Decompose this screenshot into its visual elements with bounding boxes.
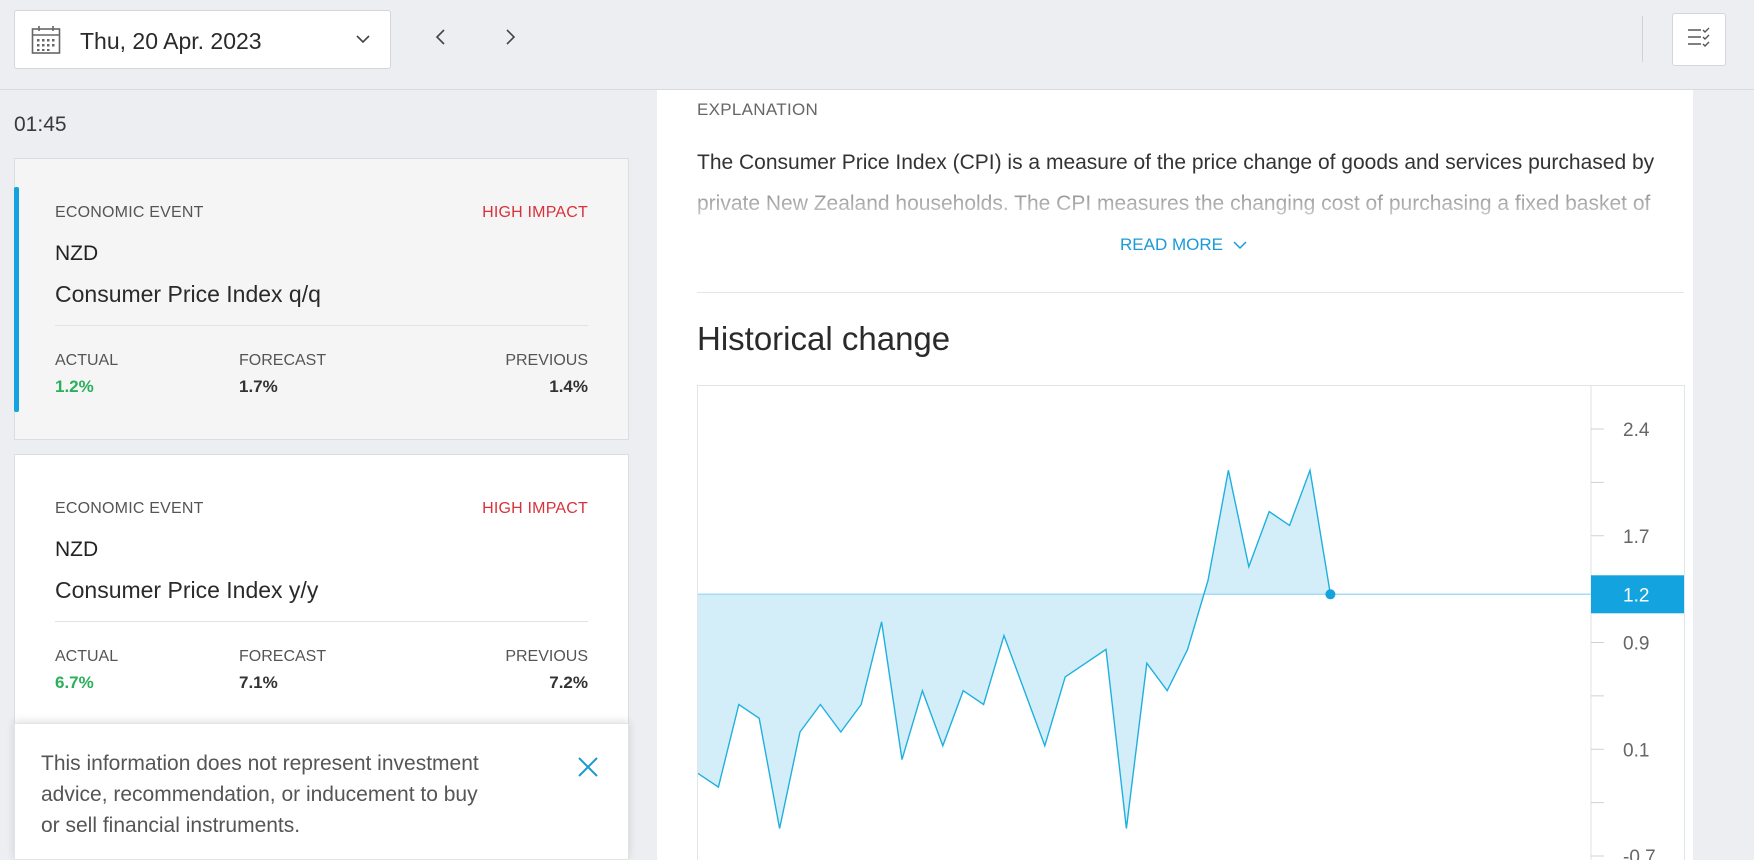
chevron-down-icon — [1233, 235, 1247, 255]
historical-change-title: Historical change — [697, 320, 951, 357]
actual-label: ACTUAL — [55, 352, 119, 369]
actual-label: ACTUAL — [55, 648, 119, 665]
event-type: ECONOMIC EVENT — [55, 500, 204, 517]
event-type: ECONOMIC EVENT — [55, 204, 204, 221]
selected-date: Thu, 20 Apr. 2023 — [80, 28, 262, 54]
section-divider — [697, 292, 1684, 293]
chart-tick-label: 1.7 — [1623, 527, 1649, 548]
read-more-label: READ MORE — [1120, 235, 1223, 254]
event-currency: NZD — [55, 538, 99, 561]
card-divider — [55, 325, 588, 326]
historical-chart: 2.4 1.7 0.9 0.1 -0.7 1.2 — [697, 385, 1685, 860]
previous-value: 1.4% — [549, 377, 588, 396]
next-day-button[interactable] — [495, 22, 525, 56]
disclaimer-banner: This information does not represent inve… — [14, 723, 629, 860]
selected-indicator — [14, 187, 19, 412]
chart-current-value-label: 1.2 — [1623, 585, 1649, 606]
forecast-value: 1.7% — [239, 377, 278, 396]
historical-chart-svg: 2.4 1.7 0.9 0.1 -0.7 1.2 — [698, 386, 1684, 860]
event-name: Consumer Price Index q/q — [55, 281, 321, 307]
actual-value: 1.2% — [55, 377, 94, 396]
calendar-icon — [31, 25, 61, 60]
filter-button[interactable] — [1672, 13, 1726, 66]
chart-tick-label: -0.7 — [1623, 847, 1656, 860]
close-icon[interactable] — [575, 754, 601, 780]
actual-value: 6.7% — [55, 673, 94, 692]
chart-current-point — [1325, 589, 1336, 600]
chart-area-fill — [698, 470, 1331, 829]
filter-list-icon — [1686, 26, 1712, 53]
chevron-right-icon — [503, 28, 517, 51]
previous-value: 7.2% — [549, 673, 588, 692]
event-time: 01:45 — [14, 113, 67, 136]
card-divider — [55, 621, 588, 622]
event-card-cpi-qq[interactable]: ECONOMIC EVENT HIGH IMPACT NZD Consumer … — [14, 158, 629, 440]
chevron-down-icon — [355, 31, 371, 52]
previous-label: PREVIOUS — [505, 648, 588, 665]
previous-day-button[interactable] — [426, 22, 456, 56]
impact-badge: HIGH IMPACT — [482, 500, 588, 517]
forecast-label: FORECAST — [239, 352, 327, 369]
event-name: Consumer Price Index y/y — [55, 577, 319, 603]
read-more-link[interactable]: READ MORE — [1120, 235, 1247, 255]
date-picker[interactable]: Thu, 20 Apr. 2023 — [14, 10, 391, 69]
toolbar-divider — [1642, 16, 1643, 62]
text-fade-overlay — [697, 183, 1677, 225]
top-toolbar: Thu, 20 Apr. 2023 — [0, 0, 1754, 90]
chart-tick-label: 0.1 — [1623, 740, 1649, 761]
chart-tick-label: 2.4 — [1623, 420, 1650, 441]
event-card-cpi-yy[interactable]: ECONOMIC EVENT HIGH IMPACT NZD Consumer … — [14, 454, 629, 754]
event-detail-panel: EXPLANATION The Consumer Price Index (CP… — [657, 90, 1693, 860]
chevron-left-icon — [434, 28, 448, 51]
event-currency: NZD — [55, 242, 99, 265]
forecast-value: 7.1% — [239, 673, 278, 692]
disclaimer-text: This information does not represent inve… — [41, 752, 479, 837]
explanation-heading: EXPLANATION — [697, 100, 819, 119]
forecast-label: FORECAST — [239, 648, 327, 665]
chart-tick-label: 0.9 — [1623, 634, 1649, 655]
impact-badge: HIGH IMPACT — [482, 204, 588, 221]
previous-label: PREVIOUS — [505, 352, 588, 369]
